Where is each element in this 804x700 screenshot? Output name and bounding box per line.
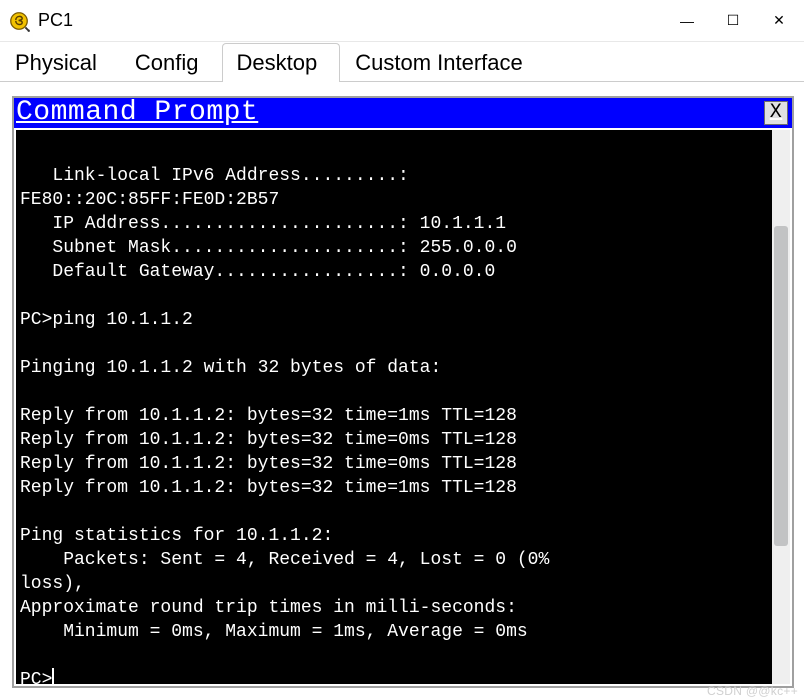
vertical-scrollbar[interactable] xyxy=(772,130,790,684)
terminal-cursor xyxy=(52,668,54,684)
tab-label: Config xyxy=(135,50,199,75)
window-title: PC1 xyxy=(38,10,73,31)
tab-label: Physical xyxy=(15,50,97,75)
maximize-icon: ☐ xyxy=(727,12,740,29)
close-button[interactable]: ✕ xyxy=(756,1,802,41)
minimize-button[interactable]: — xyxy=(664,1,710,41)
tab-label: Desktop xyxy=(237,50,318,75)
app-icon xyxy=(8,10,30,32)
scrollbar-thumb[interactable] xyxy=(774,226,788,546)
command-prompt-title: Command Prompt xyxy=(16,99,258,127)
terminal-wrap: Link-local IPv6 Address.........: FE80::… xyxy=(14,128,792,686)
tab-custom-interface[interactable]: Custom Interface xyxy=(340,43,546,82)
maximize-button[interactable]: ☐ xyxy=(710,1,756,41)
command-prompt-close-button[interactable]: X xyxy=(764,101,788,125)
terminal-output[interactable]: Link-local IPv6 Address.........: FE80::… xyxy=(16,130,772,684)
tab-label: Custom Interface xyxy=(355,50,523,75)
content-area: Command Prompt X Link-local IPv6 Address… xyxy=(0,82,804,688)
tab-strip: Physical Config Desktop Custom Interface xyxy=(0,42,804,82)
watermark: CSDN @@kc++ xyxy=(707,684,798,698)
close-x-label: X xyxy=(770,101,783,124)
command-prompt-titlebar: Command Prompt X xyxy=(14,98,792,128)
tab-desktop[interactable]: Desktop xyxy=(222,43,341,82)
minimize-icon: — xyxy=(680,13,694,29)
tab-physical[interactable]: Physical xyxy=(0,43,120,82)
tab-config[interactable]: Config xyxy=(120,43,222,82)
close-icon: ✕ xyxy=(773,12,785,29)
window-titlebar: PC1 — ☐ ✕ xyxy=(0,0,804,42)
desktop-panel: Command Prompt X Link-local IPv6 Address… xyxy=(12,96,794,688)
